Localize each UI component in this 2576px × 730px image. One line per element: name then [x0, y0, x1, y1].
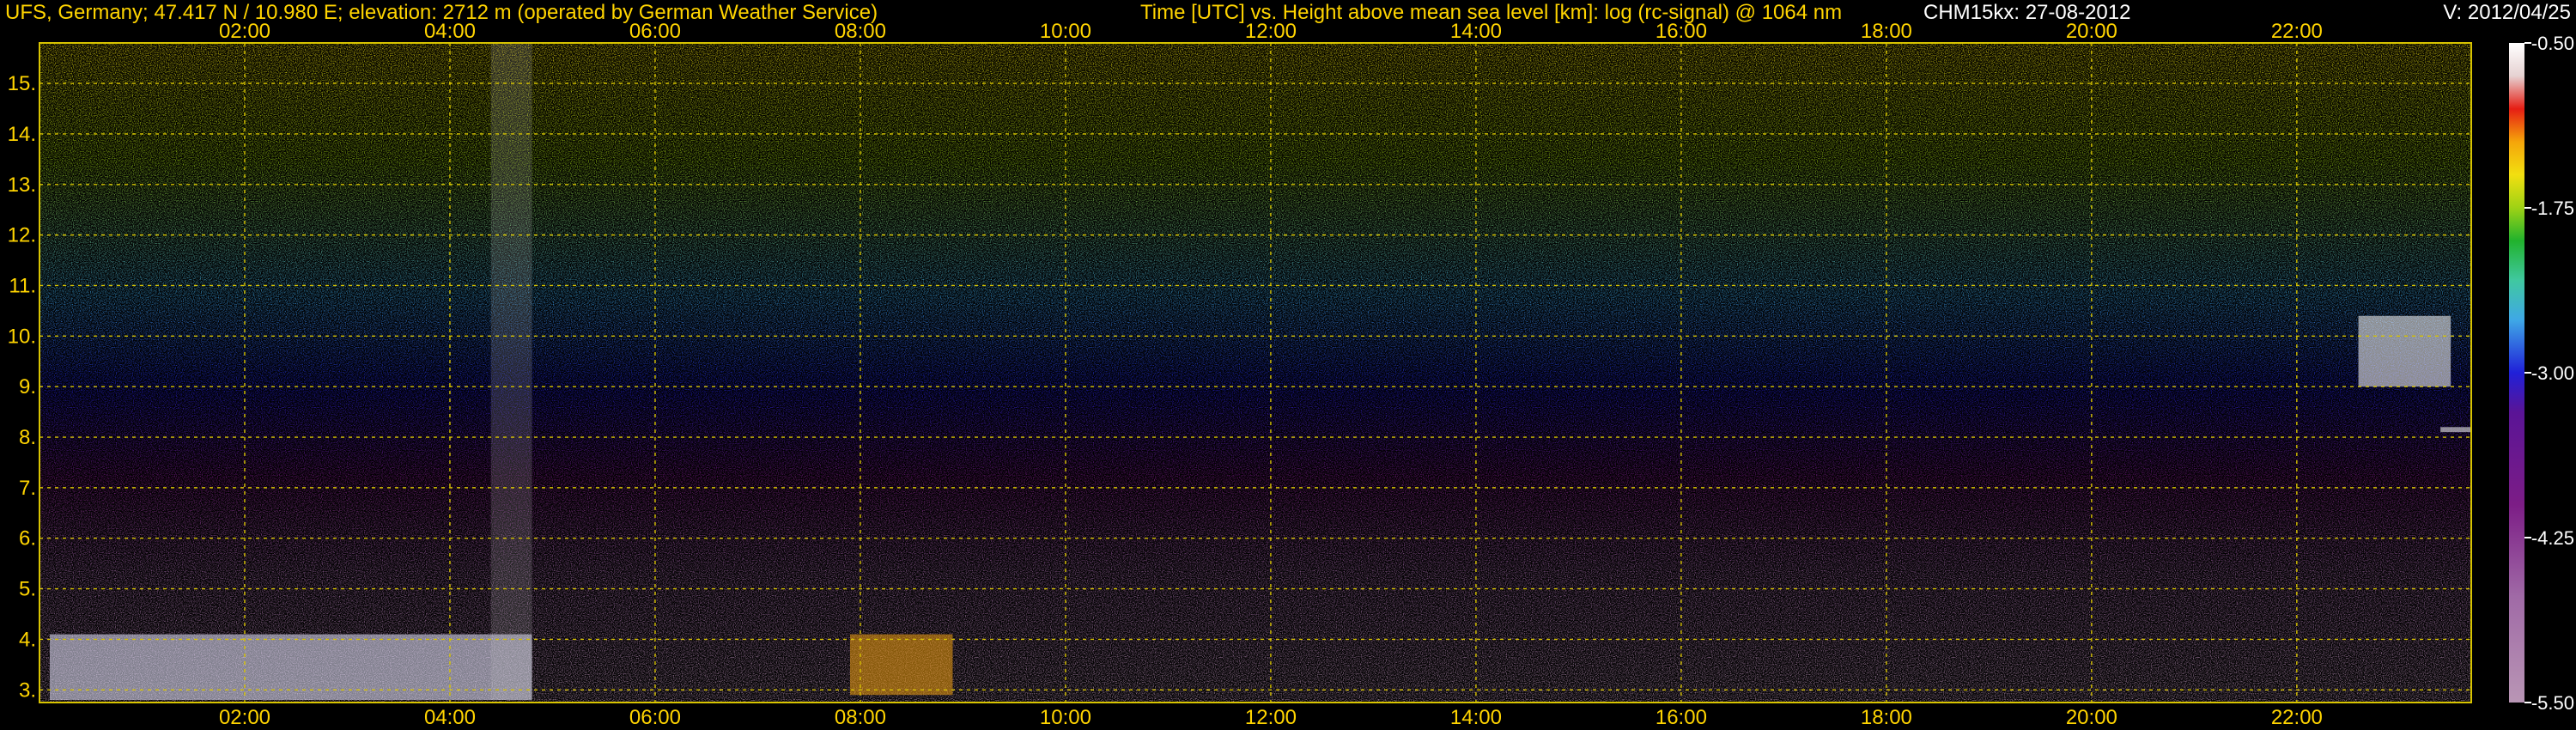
plot-area — [39, 42, 2472, 703]
y-axis: 3. 4. 5. 6. 7. 8. 9. 10. 11. 12. 13. 14. 15. — [8, 72, 36, 702]
colorbar-tick-label: -1.75 — [2531, 198, 2574, 219]
y-tick-label: 15. — [8, 72, 36, 95]
ceilometer-plot: UFS, Germany; 47.417 N / 10.980 E; eleva… — [5, 1, 2574, 729]
x-axis-bottom: 02:00 04:00 06:00 08:00 10:00 12:00 14:00 16:00… — [219, 706, 2323, 729]
x-tick-label-bottom: 04:00 — [424, 706, 476, 729]
x-tick-label-bottom: 14:00 — [1450, 706, 1502, 729]
x-tick-label-top: 10:00 — [1040, 20, 1091, 43]
x-tick-label-bottom: 02:00 — [219, 706, 270, 729]
feature-convective-cells — [850, 634, 953, 696]
y-tick-label: 6. — [19, 527, 36, 551]
y-tick-label: 5. — [19, 578, 36, 601]
x-tick-label-top: 04:00 — [424, 20, 476, 43]
colorbar-tick-label: -4.25 — [2531, 527, 2574, 549]
x-tick-label-top: 18:00 — [1861, 20, 1912, 43]
x-tick-label-top: 16:00 — [1656, 20, 1707, 43]
x-tick-label-top: 22:00 — [2271, 20, 2323, 43]
y-tick-label: 13. — [8, 173, 36, 197]
x-tick-label-bottom: 08:00 — [835, 706, 886, 729]
y-tick-label: 11. — [9, 274, 36, 297]
x-tick-label-top: 06:00 — [629, 20, 681, 43]
colorbar-tick-label: -0.50 — [2531, 33, 2574, 54]
y-tick-label: 4. — [19, 628, 36, 651]
backscatter-field — [39, 43, 2471, 703]
colorbar-bar — [2509, 43, 2524, 703]
y-tick-label: 3. — [19, 678, 36, 702]
x-tick-label-top: 12:00 — [1245, 20, 1297, 43]
feature-thin-layer — [2440, 427, 2471, 433]
y-tick-label: 14. — [8, 123, 36, 146]
x-tick-label-top: 20:00 — [2066, 20, 2117, 43]
x-tick-label-bottom: 16:00 — [1656, 706, 1707, 729]
x-tick-label-top: 08:00 — [835, 20, 886, 43]
x-tick-label-bottom: 22:00 — [2271, 706, 2323, 729]
y-tick-label: 10. — [8, 325, 36, 348]
version-label: V: 2012/04/25 — [2443, 1, 2571, 24]
x-tick-label-bottom: 20:00 — [2066, 706, 2117, 729]
x-tick-label-top: 02:00 — [219, 20, 270, 43]
colorbar-tick-label: -5.50 — [2531, 692, 2574, 714]
x-tick-label-top: 14:00 — [1450, 20, 1502, 43]
y-tick-label: 8. — [19, 426, 36, 449]
x-tick-label-bottom: 12:00 — [1245, 706, 1297, 729]
feature-data-gap-noise-column — [490, 43, 532, 701]
y-tick-label: 12. — [8, 224, 36, 247]
x-tick-label-bottom: 06:00 — [629, 706, 681, 729]
feature-cirrus — [2358, 315, 2451, 387]
y-tick-label: 9. — [19, 375, 36, 398]
x-tick-label-bottom: 10:00 — [1040, 706, 1091, 729]
colorbar-ticks: -0.50 -1.75 -3.00 -4.25 -5.50 — [2524, 33, 2574, 714]
colorbar-tick-label: -3.00 — [2531, 362, 2574, 384]
y-tick-label: 7. — [19, 477, 36, 500]
x-tick-label-bottom: 18:00 — [1861, 706, 1912, 729]
colorbar: -0.50 -1.75 -3.00 -4.25 -5.50 — [2509, 33, 2574, 714]
